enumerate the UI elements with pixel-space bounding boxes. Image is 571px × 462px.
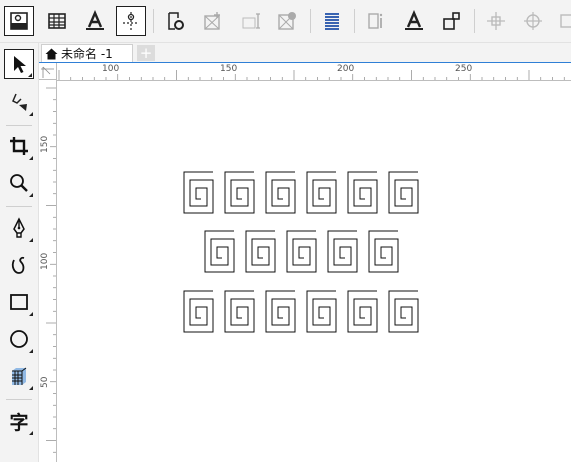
toolbar-separator <box>354 9 355 33</box>
ruler-label: 100 <box>102 64 120 74</box>
char-format-icon[interactable] <box>399 6 429 36</box>
spiral-shape[interactable] <box>224 171 255 214</box>
guideline-icon[interactable] <box>116 6 146 36</box>
spiral-shape[interactable] <box>183 290 214 333</box>
ruler-label: 100 <box>40 252 50 270</box>
flyout-indicator <box>29 386 33 390</box>
main-toolbar <box>0 0 571 43</box>
text-tool-label: 字 <box>9 411 29 434</box>
toolbox-separator <box>6 399 32 400</box>
spiral-shape[interactable] <box>306 290 337 333</box>
shape-icon[interactable] <box>436 6 466 36</box>
toolbox-separator <box>6 125 32 126</box>
rectangle-tool-icon[interactable] <box>4 287 34 317</box>
spiral-shape[interactable] <box>204 230 235 273</box>
table-tool-icon[interactable] <box>4 361 34 391</box>
ruler-label: 150 <box>40 135 50 153</box>
insert-image-icon[interactable] <box>198 6 228 36</box>
text-tool-icon[interactable]: 字 <box>4 406 34 436</box>
add-tab-button[interactable]: + <box>137 45 155 61</box>
flyout-indicator <box>29 238 33 242</box>
flyout-indicator <box>29 431 33 435</box>
spiral-shape[interactable] <box>347 290 378 333</box>
spiral-shape[interactable] <box>265 290 296 333</box>
toolbar-separator <box>310 9 311 33</box>
grid-icon[interactable] <box>42 6 72 36</box>
toolbar-separator <box>153 9 154 33</box>
barcode-icon[interactable] <box>236 6 266 36</box>
bezier-tool-icon[interactable] <box>4 250 34 280</box>
flyout-indicator <box>28 73 32 77</box>
more-icon[interactable] <box>552 6 571 36</box>
flyout-indicator <box>29 312 33 316</box>
ruler-label: 250 <box>455 64 473 74</box>
toolbar-separator <box>474 9 475 33</box>
spiral-shape[interactable] <box>388 171 419 214</box>
object-settings-icon[interactable] <box>160 6 190 36</box>
spiral-shape[interactable] <box>306 171 337 214</box>
frame-icon[interactable] <box>272 6 302 36</box>
crop-tool-icon[interactable] <box>4 131 34 161</box>
ellipse-tool-icon[interactable] <box>4 324 34 354</box>
spiral-shape[interactable] <box>265 171 296 214</box>
ruler-options-icon[interactable] <box>4 6 34 36</box>
text-style-icon[interactable] <box>80 6 110 36</box>
flyout-indicator <box>29 193 33 197</box>
toolbox-separator <box>6 206 32 207</box>
ruler-label: 150 <box>220 64 238 74</box>
spiral-shape[interactable] <box>368 230 399 273</box>
spiral-shape[interactable] <box>327 230 358 273</box>
align-center-icon[interactable] <box>481 6 511 36</box>
paragraph-align-icon[interactable] <box>317 6 347 36</box>
ruler-label: 200 <box>337 64 355 74</box>
document-tabbar: 未命名 -1 + <box>39 43 571 63</box>
drawing-canvas[interactable] <box>57 81 571 462</box>
spiral-shape[interactable] <box>388 290 419 333</box>
shape-edit-tool-icon[interactable] <box>4 87 34 117</box>
vertical-ruler[interactable]: 150 100 50 <box>39 80 57 462</box>
toolbox: 字 <box>0 43 39 462</box>
text-properties-icon[interactable] <box>361 6 391 36</box>
document-tab[interactable]: 未命名 -1 <box>41 44 133 62</box>
pick-tool-icon[interactable] <box>4 49 34 79</box>
pen-tool-icon[interactable] <box>4 213 34 243</box>
spiral-shape[interactable] <box>224 290 255 333</box>
snap-target-icon[interactable] <box>518 6 548 36</box>
spiral-shape[interactable] <box>183 171 214 214</box>
flyout-indicator <box>29 349 33 353</box>
horizontal-ruler[interactable]: 100 150 200 250 <box>57 63 571 81</box>
spiral-shape[interactable] <box>286 230 317 273</box>
flyout-indicator <box>29 112 33 116</box>
flyout-indicator <box>29 156 33 160</box>
spiral-shape[interactable] <box>347 171 378 214</box>
home-icon <box>45 48 58 59</box>
document-tab-label: 未命名 -1 <box>61 47 113 61</box>
zoom-tool-icon[interactable] <box>4 168 34 198</box>
ruler-label: 50 <box>40 376 50 388</box>
spiral-shape[interactable] <box>245 230 276 273</box>
ruler-corner[interactable] <box>39 63 57 80</box>
